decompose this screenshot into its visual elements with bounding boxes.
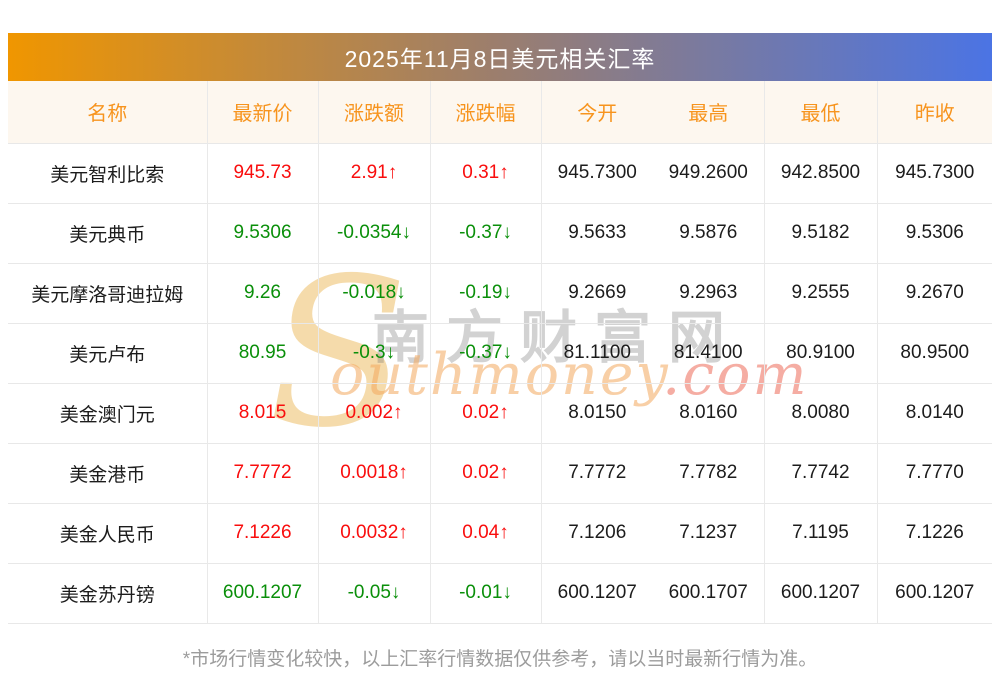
col-header-latest: 最新价 <box>207 81 319 143</box>
latest-price: 8.015 <box>207 382 319 443</box>
prev-close-price: 8.0140 <box>877 382 992 443</box>
rates-table: 名称 最新价 涨跌额 涨跌幅 今开 最高 最低 昨收 美元智利比索 945.73… <box>8 81 992 624</box>
high-price: 7.1237 <box>653 502 765 563</box>
high-price: 949.2600 <box>653 142 765 203</box>
low-price: 7.1195 <box>764 502 878 563</box>
change-amount: 0.0032↑ <box>318 502 431 563</box>
prev-close-price: 7.1226 <box>877 502 992 563</box>
pair-name: 美金澳门元 <box>8 382 208 443</box>
col-header-name: 名称 <box>8 81 208 143</box>
col-header-change-pct: 涨跌幅 <box>430 81 542 143</box>
low-price: 7.7742 <box>764 442 878 503</box>
table-title-bar: 2025年11月8日美元相关汇率 <box>8 33 992 81</box>
prev-close-price: 9.2670 <box>877 262 992 323</box>
low-price: 600.1207 <box>764 562 878 624</box>
prev-close-price: 7.7770 <box>877 442 992 503</box>
change-percent: 0.04↑ <box>430 502 542 563</box>
pair-name: 美金苏丹镑 <box>8 562 208 624</box>
low-price: 8.0080 <box>764 382 878 443</box>
pair-name: 美金人民币 <box>8 502 208 563</box>
change-amount: -0.05↓ <box>318 562 431 624</box>
latest-price: 9.26 <box>207 262 319 323</box>
change-amount: 0.0018↑ <box>318 442 431 503</box>
table-row: 美金人民币 7.1226 0.0032↑ 0.04↑ 7.1206 7.1237… <box>8 502 992 563</box>
high-price: 7.7782 <box>653 442 765 503</box>
change-percent: -0.01↓ <box>430 562 542 624</box>
prev-close-price: 600.1207 <box>877 562 992 624</box>
change-percent: -0.37↓ <box>430 322 542 383</box>
change-amount: -0.3↓ <box>318 322 431 383</box>
latest-price: 80.95 <box>207 322 319 383</box>
high-price: 600.1707 <box>653 562 765 624</box>
pair-name: 美元典币 <box>8 202 208 263</box>
open-price: 9.2669 <box>541 262 653 323</box>
table-row: 美元摩洛哥迪拉姆 9.26 -0.018↓ -0.19↓ 9.2669 9.29… <box>8 262 992 323</box>
pair-name: 美元智利比索 <box>8 142 208 203</box>
high-price: 9.5876 <box>653 202 765 263</box>
table-row: 美元典币 9.5306 -0.0354↓ -0.37↓ 9.5633 9.587… <box>8 202 992 263</box>
rates-table-block: 2025年11月8日美元相关汇率 名称 最新价 涨跌额 涨跌幅 今开 最高 最低… <box>8 33 992 624</box>
col-header-open: 今开 <box>541 81 653 143</box>
high-price: 81.4100 <box>653 322 765 383</box>
change-amount: 0.002↑ <box>318 382 431 443</box>
low-price: 80.9100 <box>764 322 878 383</box>
change-amount: -0.0354↓ <box>318 202 431 263</box>
low-price: 942.8500 <box>764 142 878 203</box>
open-price: 8.0150 <box>541 382 653 443</box>
change-amount: 2.91↑ <box>318 142 431 203</box>
change-percent: -0.37↓ <box>430 202 542 263</box>
open-price: 9.5633 <box>541 202 653 263</box>
col-header-low: 最低 <box>764 81 878 143</box>
prev-close-price: 9.5306 <box>877 202 992 263</box>
table-title: 2025年11月8日美元相关汇率 <box>344 46 656 72</box>
table-row: 美元智利比索 945.73 2.91↑ 0.31↑ 945.7300 949.2… <box>8 142 992 203</box>
latest-price: 7.1226 <box>207 502 319 563</box>
col-header-high: 最高 <box>653 81 765 143</box>
latest-price: 7.7772 <box>207 442 319 503</box>
table-row: 美金港币 7.7772 0.0018↑ 0.02↑ 7.7772 7.7782 … <box>8 442 992 503</box>
prev-close-price: 945.7300 <box>877 142 992 203</box>
low-price: 9.5182 <box>764 202 878 263</box>
col-header-change: 涨跌额 <box>318 81 431 143</box>
high-price: 8.0160 <box>653 382 765 443</box>
table-header: 名称 最新价 涨跌额 涨跌幅 今开 最高 最低 昨收 <box>8 81 992 143</box>
table-row: 美金澳门元 8.015 0.002↑ 0.02↑ 8.0150 8.0160 8… <box>8 382 992 443</box>
open-price: 7.1206 <box>541 502 653 563</box>
col-header-prev-close: 昨收 <box>877 81 992 143</box>
rates-page: S 南方财富网 outhmoney.com 2025年11月8日美元相关汇率 名… <box>0 0 1000 697</box>
change-percent: 0.31↑ <box>430 142 542 203</box>
change-percent: -0.19↓ <box>430 262 542 323</box>
open-price: 945.7300 <box>541 142 653 203</box>
table-row: 美元卢布 80.95 -0.3↓ -0.37↓ 81.1100 81.4100 … <box>8 322 992 383</box>
latest-price: 600.1207 <box>207 562 319 624</box>
table-body: 美元智利比索 945.73 2.91↑ 0.31↑ 945.7300 949.2… <box>8 142 992 624</box>
open-price: 81.1100 <box>541 322 653 383</box>
pair-name: 美元摩洛哥迪拉姆 <box>8 262 208 323</box>
high-price: 9.2963 <box>653 262 765 323</box>
pair-name: 美元卢布 <box>8 322 208 383</box>
disclaimer-text: *市场行情变化较快，以上汇率行情数据仅供参考，请以当时最新行情为准。 <box>182 649 818 670</box>
low-price: 9.2555 <box>764 262 878 323</box>
change-percent: 0.02↑ <box>430 442 542 503</box>
open-price: 600.1207 <box>541 562 653 624</box>
prev-close-price: 80.9500 <box>877 322 992 383</box>
latest-price: 945.73 <box>207 142 319 203</box>
table-row: 美金苏丹镑 600.1207 -0.05↓ -0.01↓ 600.1207 60… <box>8 562 992 624</box>
open-price: 7.7772 <box>541 442 653 503</box>
latest-price: 9.5306 <box>207 202 319 263</box>
header-row: 名称 最新价 涨跌额 涨跌幅 今开 最高 最低 昨收 <box>8 81 992 143</box>
change-amount: -0.018↓ <box>318 262 431 323</box>
pair-name: 美金港币 <box>8 442 208 503</box>
change-percent: 0.02↑ <box>430 382 542 443</box>
